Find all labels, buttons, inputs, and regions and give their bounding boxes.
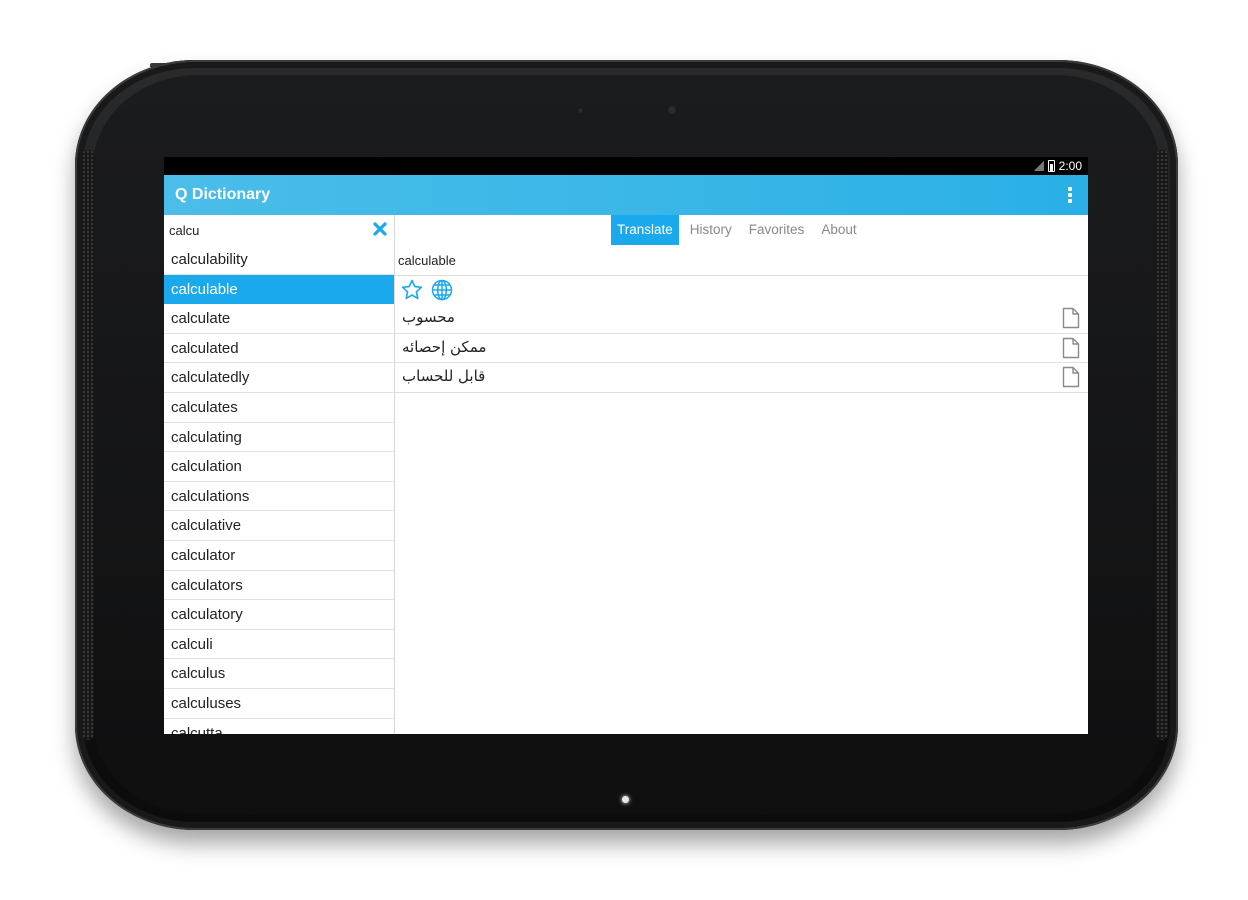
word-list-item[interactable]: calculated (164, 334, 394, 364)
translation-row: محسوب (395, 304, 1088, 334)
word-list-item[interactable]: calculate (164, 304, 394, 334)
signal-icon (1033, 161, 1044, 171)
divider (395, 275, 1088, 276)
word-list-item[interactable]: calculator (164, 541, 394, 571)
translation-text: ممكن إحصائه (402, 337, 487, 356)
translation-row: قابل للحساب (395, 363, 1088, 393)
search-row (164, 215, 394, 245)
word-list-item[interactable]: calculators (164, 571, 394, 601)
detail-pane: Translate History Favorites About calculabl… (395, 215, 1088, 734)
word-list-item[interactable]: calculative (164, 511, 394, 541)
light-sensor (577, 107, 584, 114)
screen: 2:00 Q Dictionary calculabilitycalculabl… (164, 157, 1088, 734)
notification-led (622, 796, 629, 803)
word-list-item[interactable]: calculatedly (164, 363, 394, 393)
globe-icon[interactable] (430, 278, 454, 302)
tab-translate[interactable]: Translate (611, 215, 679, 245)
search-input[interactable] (164, 215, 369, 245)
word-list: calculability calculable calculate calculat… (164, 245, 394, 734)
word-list-item[interactable]: calculability (164, 245, 394, 275)
action-bar: Q Dictionary (164, 175, 1088, 215)
right-speaker-grille (1156, 150, 1168, 740)
copy-icon[interactable] (1062, 307, 1080, 329)
front-camera (667, 105, 677, 115)
battery-icon (1047, 160, 1055, 172)
word-list-item[interactable]: calculation (164, 452, 394, 482)
word-list-item[interactable]: calculatory (164, 600, 394, 630)
term-actions (400, 278, 454, 302)
tab-about[interactable]: About (815, 215, 862, 245)
status-time: 2:00 (1058, 159, 1082, 173)
word-list-item[interactable]: calculi (164, 630, 394, 660)
favorite-star-icon[interactable] (400, 278, 424, 302)
translation-row: ممكن إحصائه (395, 334, 1088, 363)
word-list-pane: calculabilitycalculablecalculatecalculat… (164, 215, 395, 734)
status-bar: 2:00 (164, 157, 1088, 175)
word-list-item[interactable]: calculus (164, 659, 394, 689)
translation-list: محسوب ممكن إحصائه قابل للحساب (395, 304, 1088, 393)
word-list-item[interactable]: calculable (164, 274, 394, 305)
copy-icon[interactable] (1062, 366, 1080, 388)
word-list-item[interactable]: calculates (164, 393, 394, 423)
app-title: Q Dictionary (175, 186, 271, 203)
word-list-item[interactable]: calculuses (164, 689, 394, 719)
selected-term: calculable (398, 253, 456, 268)
tab-bar: Translate History Favorites About (611, 215, 868, 245)
word-list-item[interactable]: calculating (164, 423, 394, 453)
left-speaker-grille (82, 150, 94, 740)
word-list-item[interactable]: calculations (164, 482, 394, 512)
word-list-item[interactable]: calcutta (164, 719, 394, 735)
copy-icon[interactable] (1062, 337, 1080, 359)
tab-history[interactable]: History (684, 215, 738, 245)
translation-text: محسوب (402, 308, 455, 326)
translation-text: قابل للحساب (402, 367, 486, 385)
overflow-menu-icon[interactable] (1062, 185, 1078, 205)
tab-favorites[interactable]: Favorites (743, 215, 811, 245)
clear-search-icon[interactable] (372, 221, 388, 237)
